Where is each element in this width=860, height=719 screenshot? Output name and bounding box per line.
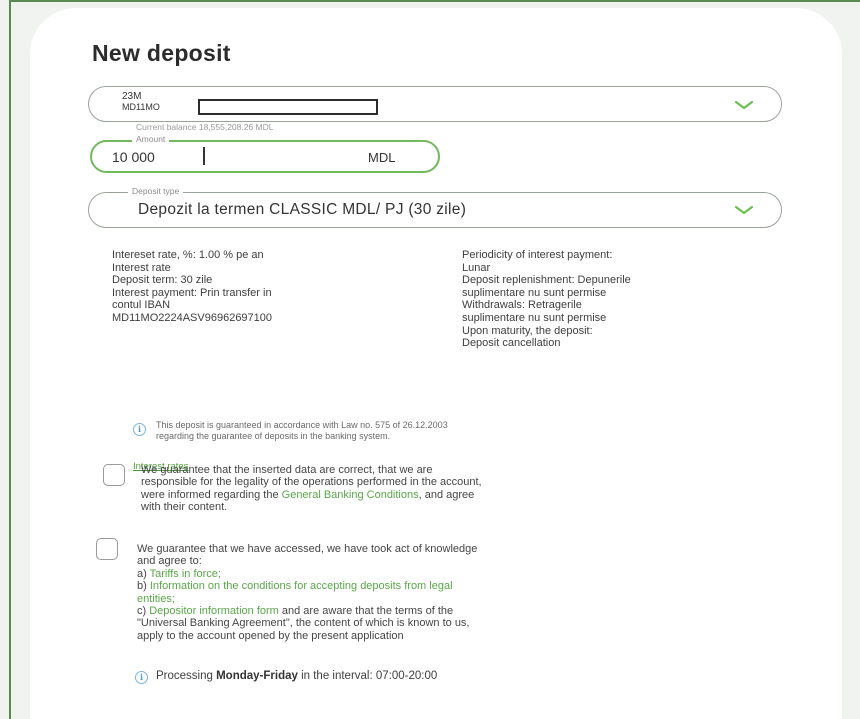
detail-line: Upon maturity, the deposit: xyxy=(462,324,593,337)
amount-currency: MDL xyxy=(368,150,396,165)
agreement-text-part: , and agree xyxy=(418,488,475,501)
detail-line: Intereset rate, %: 1.00 % pe an xyxy=(112,249,264,261)
deposit-details-right: Periodicity of interest payment: Lunar D… xyxy=(462,249,631,350)
detail-line: Withdrawals: Retragerile xyxy=(462,299,582,312)
agreement-text-part: were informed regarding the xyxy=(141,488,282,501)
list-marker: b) xyxy=(137,580,150,593)
deposit-type-value: Depozit la termen CLASSIC MDL/ PJ (30 zi… xyxy=(138,201,467,218)
detail-line: Deposit cancellation xyxy=(462,337,561,350)
processing-days: Monday-Friday xyxy=(216,670,298,682)
processing-text: in the interval: 07:00-20:00 xyxy=(297,670,438,682)
agreement-line[interactable]: entities; xyxy=(137,593,477,605)
detail-line: contul IBAN xyxy=(112,299,171,312)
info-icon: i xyxy=(135,671,148,684)
agreement-line: responsible for the legality of the oper… xyxy=(141,476,482,489)
agreement-line: with their content. xyxy=(141,501,228,514)
detail-line: Interest payment: Prin transfer in xyxy=(112,286,272,299)
agreement-terms-text: We guarantee that we have accessed, we h… xyxy=(137,543,477,642)
agreement-data-checkbox[interactable] xyxy=(103,464,125,486)
account-name: 23M xyxy=(122,91,142,102)
detail-line: suplimentare nu sunt permise xyxy=(462,311,607,324)
redacted-account-number xyxy=(198,99,378,115)
tariffs-link[interactable]: Tariffs in force; xyxy=(150,568,221,580)
deposit-type-label: Deposit type xyxy=(128,186,184,196)
deposit-details-left: Intereset rate, %: 1.00 % pe an Interest… xyxy=(112,249,272,325)
detail-line: MD11MO2224ASV96962697100 xyxy=(112,311,273,324)
deposit-guarantee-note: This deposit is guaranteed in accordance… xyxy=(156,420,448,442)
agreement-line: "Universal Banking Agreement", the conte… xyxy=(137,617,470,630)
agreement-line: and agree to: xyxy=(137,555,202,568)
agreement-line: apply to the account opened by the prese… xyxy=(137,629,404,642)
detail-line: Deposit term: 30 zile xyxy=(112,274,213,287)
detail-line: Periodicity of interest payment: xyxy=(462,249,613,261)
account-chevron-down-icon[interactable] xyxy=(733,98,755,112)
detail-line: Deposit replenishment: Depunerile xyxy=(462,274,631,287)
depositor-information-form-link[interactable]: Depositor information form xyxy=(149,605,279,617)
amount-input[interactable]: 10 000 xyxy=(112,149,155,165)
window-left-border xyxy=(9,0,11,719)
general-banking-conditions-link[interactable]: General Banking Conditions xyxy=(282,489,419,501)
amount-label: Amount xyxy=(132,134,170,144)
processing-text: Processing xyxy=(156,670,217,682)
list-marker: c) xyxy=(137,605,150,618)
agreement-terms-checkbox[interactable] xyxy=(96,538,118,560)
note-line: This deposit is guaranteed in accordance… xyxy=(156,420,448,430)
agreement-line: a) Tariffs in force; xyxy=(137,568,477,580)
agreement-data-text: We guarantee that the inserted data are … xyxy=(141,464,482,514)
list-marker: a) xyxy=(137,567,150,580)
note-line: regarding the guarantee of deposits in t… xyxy=(156,431,391,441)
agreement-line: We guarantee that we have accessed, we h… xyxy=(137,543,478,555)
processing-hours: Processing Monday-Friday in the interval… xyxy=(156,670,437,682)
account-select[interactable] xyxy=(88,86,782,122)
agreement-line: b) Information on the conditions for acc… xyxy=(137,580,477,592)
detail-line: Lunar xyxy=(462,261,491,274)
detail-line: Interest rate xyxy=(112,261,171,274)
page-title: New deposit xyxy=(92,40,231,66)
deposit-type-chevron-down-icon[interactable] xyxy=(733,203,755,217)
agreement-line: We guarantee that the inserted data are … xyxy=(141,464,433,476)
deposit-conditions-link[interactable]: Information on the conditions for accept… xyxy=(150,580,453,592)
info-icon: i xyxy=(133,423,146,436)
agreement-text-part: and are aware that the terms of the xyxy=(278,605,454,618)
text-cursor xyxy=(203,147,205,165)
agreement-line: were informed regarding the General Bank… xyxy=(141,489,482,501)
account-code: MD11MO xyxy=(122,102,160,112)
detail-line: suplimentare nu sunt permise xyxy=(462,286,607,299)
agreement-line: c) Depositor information form and are aw… xyxy=(137,605,477,617)
window-top-border xyxy=(9,0,860,2)
current-balance: Current balance 18,555,208.26 MDL xyxy=(136,122,274,132)
